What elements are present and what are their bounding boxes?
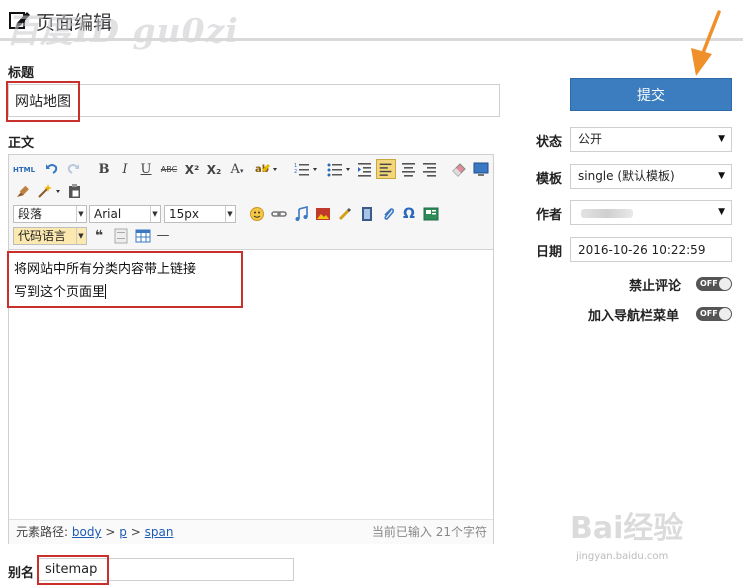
html-source-icon[interactable]: HTML	[13, 161, 35, 179]
bold-icon[interactable]: B	[97, 161, 111, 179]
font-size-select[interactable]: 15px ▼	[164, 205, 236, 223]
path-link-body[interactable]: body	[72, 525, 102, 539]
page-break-icon[interactable]	[113, 228, 129, 244]
subscript-icon[interactable]: X₂	[205, 161, 223, 179]
magic-icon[interactable]	[37, 183, 61, 199]
emoji-icon[interactable]	[249, 206, 265, 222]
char-count: 当前已输入 21个字符	[371, 525, 487, 539]
date-label: 日期	[536, 245, 563, 260]
strikethrough-icon[interactable]: ABC	[159, 161, 179, 179]
body-label: 正文	[8, 136, 35, 151]
toggle-state: OFF	[700, 279, 718, 288]
font-color-glyph: A	[230, 162, 240, 177]
code-language-value: 代码语言	[18, 229, 67, 243]
format-brush-icon[interactable]	[15, 183, 31, 199]
highlight-box-title	[6, 81, 80, 122]
dropdown-arrow-icon: ▼	[718, 171, 725, 181]
author-select[interactable]: ▼	[570, 200, 732, 225]
author-label: 作者	[536, 208, 563, 223]
template-icon[interactable]	[423, 206, 439, 222]
paragraph-select[interactable]: 段落 ▼	[13, 205, 87, 223]
toggle-knob	[719, 308, 731, 320]
special-chars-icon[interactable]: Ω	[401, 205, 417, 223]
status-label: 状态	[536, 135, 563, 150]
path-separator: >	[105, 525, 116, 539]
horizontal-rule-icon[interactable]: —	[155, 227, 171, 245]
underline-icon[interactable]: U	[139, 161, 153, 179]
highlight-box-content	[7, 251, 243, 308]
link-icon[interactable]	[271, 206, 287, 222]
arrow-annotation-icon	[691, 10, 721, 76]
element-path-label: 元素路径:	[16, 525, 69, 539]
blurred-author-name	[581, 209, 633, 218]
highlight-box-slug	[37, 555, 109, 585]
indent-icon[interactable]	[357, 161, 373, 177]
add-to-nav-toggle[interactable]: OFF	[696, 307, 732, 321]
rich-text-editor: HTML B I U ABC X² X₂ A▾ ab 12 段落 ▼ Arial ▼…	[8, 154, 494, 544]
slug-label: 别名	[8, 566, 35, 581]
superscript-icon[interactable]: X²	[183, 161, 201, 179]
title-label: 标题	[8, 66, 35, 81]
align-right-icon[interactable]	[422, 161, 438, 177]
status-select[interactable]: 公开 ▼	[570, 127, 732, 152]
submit-button[interactable]: 提交	[570, 78, 732, 111]
svg-text:2: 2	[294, 169, 297, 175]
template-label: 模板	[536, 172, 563, 187]
header-divider	[0, 38, 743, 41]
chevron-down-icon: ▼	[150, 206, 159, 222]
baidu-jingyan-watermark: Bai经验	[570, 511, 684, 546]
preview-icon[interactable]	[473, 161, 489, 177]
redo-icon[interactable]	[66, 161, 80, 177]
eraser-icon[interactable]	[451, 161, 467, 177]
path-link-p[interactable]: p	[119, 525, 127, 539]
editor-statusbar: 元素路径: body > p > span 当前已输入 21个字符	[9, 519, 493, 544]
align-left-icon[interactable]	[376, 159, 396, 179]
font-size-value: 15px	[169, 207, 199, 221]
attachment-icon[interactable]	[381, 206, 397, 222]
italic-icon[interactable]: I	[118, 161, 132, 179]
toggle-knob	[719, 278, 731, 290]
title-input[interactable]	[8, 84, 500, 117]
unordered-list-icon[interactable]	[327, 161, 353, 177]
watermark-url: jingyan.baidu.com	[576, 551, 669, 562]
chevron-down-icon: ▼	[76, 206, 85, 222]
paste-text-icon[interactable]	[67, 183, 83, 199]
undo-icon[interactable]	[45, 161, 59, 177]
toggle-state: OFF	[700, 309, 718, 318]
editor-toolbar: HTML B I U ABC X² X₂ A▾ ab 12 段落 ▼ Arial ▼…	[9, 155, 493, 250]
align-center-icon[interactable]	[401, 161, 417, 177]
ordered-list-icon[interactable]: 12	[294, 161, 320, 177]
font-color-icon[interactable]: A▾	[227, 161, 247, 180]
dropdown-arrow-icon: ▼	[718, 207, 725, 217]
element-path: 元素路径: body > p > span	[16, 520, 173, 544]
table-icon[interactable]	[135, 228, 151, 244]
path-separator: >	[130, 525, 141, 539]
chevron-down-icon: ▼	[76, 228, 85, 244]
image-icon[interactable]	[315, 206, 331, 222]
chevron-down-icon: ▼	[225, 206, 234, 222]
code-language-select[interactable]: 代码语言 ▼	[13, 227, 87, 245]
blockquote-icon[interactable]: ❝	[91, 227, 107, 245]
font-family-select[interactable]: Arial ▼	[89, 205, 161, 223]
music-icon[interactable]	[293, 206, 309, 222]
template-select[interactable]: single (默认模板) ▼	[570, 164, 732, 189]
disable-comments-toggle[interactable]: OFF	[696, 277, 732, 291]
add-to-nav-label: 加入导航栏菜单	[588, 309, 680, 324]
paragraph-select-value: 段落	[18, 207, 43, 221]
status-value: 公开	[578, 132, 603, 146]
watermark: 百度ID gu0zi	[6, 11, 239, 50]
highlight-icon[interactable]: ab	[254, 161, 278, 177]
path-link-span[interactable]: span	[145, 525, 174, 539]
disable-comments-label: 禁止评论	[629, 279, 682, 294]
video-icon[interactable]	[359, 206, 375, 222]
font-family-value: Arial	[94, 207, 122, 221]
scrawl-icon[interactable]	[337, 206, 353, 222]
date-input[interactable]	[570, 237, 732, 262]
dropdown-arrow-icon: ▼	[718, 134, 725, 144]
template-value: single (默认模板)	[578, 169, 675, 183]
